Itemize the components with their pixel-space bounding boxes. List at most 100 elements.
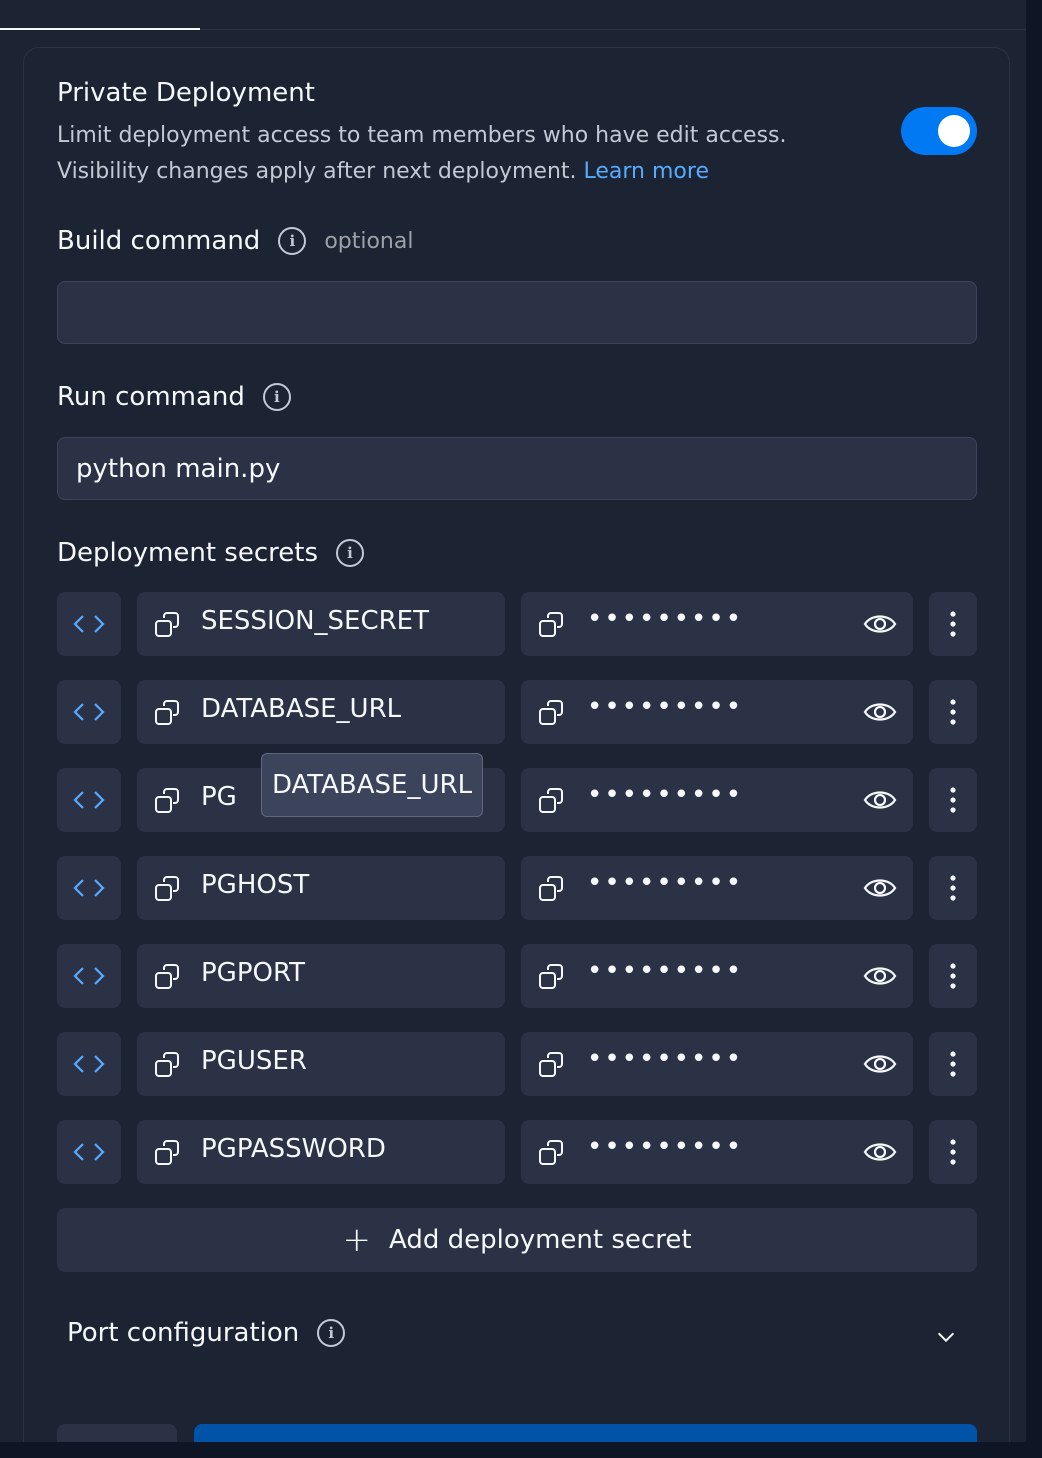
tab-bar bbox=[0, 0, 1026, 30]
secret-key-text: PGPORT bbox=[201, 958, 306, 988]
secret-key-field[interactable]: DATABASE_URL bbox=[137, 680, 505, 744]
port-configuration-row[interactable]: Port configuration i bbox=[67, 1318, 967, 1358]
run-command-input[interactable]: python main.py bbox=[57, 437, 977, 500]
copy-icon[interactable] bbox=[537, 786, 567, 816]
secret-key-text: PGPASSWORD bbox=[201, 1134, 386, 1164]
build-command-header: Build command i optional bbox=[57, 226, 413, 256]
deployment-secrets-header: Deployment secrets i bbox=[57, 538, 364, 568]
secret-key-field[interactable]: PGPASSWORD bbox=[137, 1120, 505, 1184]
masked-value: ••••••••• bbox=[587, 956, 744, 986]
code-view-button[interactable] bbox=[57, 1120, 121, 1184]
code-icon bbox=[73, 789, 105, 811]
add-deployment-secret-button[interactable]: + Add deployment secret bbox=[57, 1208, 977, 1272]
secret-row: PGUSER ••••••••• bbox=[57, 1032, 977, 1096]
secret-key-field[interactable]: PGUSER bbox=[137, 1032, 505, 1096]
optional-label: optional bbox=[324, 228, 414, 254]
copy-icon[interactable] bbox=[537, 698, 567, 728]
code-view-button[interactable] bbox=[57, 768, 121, 832]
copy-icon[interactable] bbox=[153, 610, 183, 640]
info-icon[interactable]: i bbox=[278, 227, 307, 255]
secret-value-field[interactable]: ••••••••• bbox=[521, 680, 913, 744]
more-vertical-icon bbox=[949, 786, 957, 814]
active-tab-indicator bbox=[0, 28, 200, 30]
eye-icon[interactable] bbox=[863, 872, 897, 904]
run-command-header: Run command i bbox=[57, 382, 291, 412]
eye-icon[interactable] bbox=[863, 1048, 897, 1080]
copy-icon[interactable] bbox=[153, 698, 183, 728]
copy-icon[interactable] bbox=[153, 874, 183, 904]
secret-key-field[interactable]: PGHOST bbox=[137, 856, 505, 920]
code-view-button[interactable] bbox=[57, 856, 121, 920]
eye-icon[interactable] bbox=[863, 960, 897, 992]
more-options-button[interactable] bbox=[929, 1120, 977, 1184]
code-view-button[interactable] bbox=[57, 944, 121, 1008]
more-vertical-icon bbox=[949, 1138, 957, 1166]
info-icon[interactable]: i bbox=[317, 1319, 346, 1347]
private-deployment-toggle[interactable] bbox=[901, 107, 977, 155]
window-edge bbox=[0, 1442, 1042, 1458]
private-deployment-description: Limit deployment access to team members … bbox=[57, 123, 787, 184]
build-command-input[interactable] bbox=[57, 281, 977, 344]
more-vertical-icon bbox=[949, 610, 957, 638]
more-vertical-icon bbox=[949, 874, 957, 902]
deployment-secrets-label: Deployment secrets bbox=[57, 538, 318, 568]
more-vertical-icon bbox=[949, 962, 957, 990]
private-deployment-title: Private Deployment bbox=[57, 78, 315, 108]
info-icon[interactable]: i bbox=[336, 539, 364, 567]
chevron-down-icon[interactable] bbox=[935, 1326, 957, 1348]
secret-row: PG ••••••••• bbox=[57, 768, 977, 832]
eye-icon[interactable] bbox=[863, 784, 897, 816]
code-icon bbox=[73, 613, 105, 635]
masked-value: ••••••••• bbox=[587, 692, 744, 722]
masked-value: ••••••••• bbox=[587, 1132, 744, 1162]
more-options-button[interactable] bbox=[929, 1032, 977, 1096]
build-command-label: Build command bbox=[57, 226, 261, 256]
secret-key-text: PGUSER bbox=[201, 1046, 307, 1076]
run-command-label: Run command bbox=[57, 382, 245, 412]
eye-icon[interactable] bbox=[863, 608, 897, 640]
more-options-button[interactable] bbox=[929, 944, 977, 1008]
secret-key-field[interactable]: SESSION_SECRET bbox=[137, 592, 505, 656]
more-vertical-icon bbox=[949, 698, 957, 726]
port-configuration-label: Port configuration bbox=[67, 1318, 300, 1348]
code-icon bbox=[73, 1053, 105, 1075]
copy-icon[interactable] bbox=[537, 962, 567, 992]
secret-row: PGPASSWORD ••••••••• bbox=[57, 1120, 977, 1184]
learn-more-link[interactable]: Learn more bbox=[584, 159, 709, 184]
secret-value-field[interactable]: ••••••••• bbox=[521, 1032, 913, 1096]
more-options-button[interactable] bbox=[929, 856, 977, 920]
secret-value-field[interactable]: ••••••••• bbox=[521, 592, 913, 656]
secret-value-field[interactable]: ••••••••• bbox=[521, 944, 913, 1008]
secret-key-text: SESSION_SECRET bbox=[201, 606, 429, 636]
secret-row: DATABASE_URL ••••••••• bbox=[57, 680, 977, 744]
copy-icon[interactable] bbox=[537, 1050, 567, 1080]
info-icon[interactable]: i bbox=[262, 383, 291, 411]
copy-icon[interactable] bbox=[153, 1138, 183, 1168]
more-options-button[interactable] bbox=[929, 680, 977, 744]
masked-value: ••••••••• bbox=[587, 604, 744, 634]
more-options-button[interactable] bbox=[929, 592, 977, 656]
copy-icon[interactable] bbox=[153, 1050, 183, 1080]
code-view-button[interactable] bbox=[57, 680, 121, 744]
more-vertical-icon bbox=[949, 1050, 957, 1078]
toggle-knob bbox=[938, 115, 970, 147]
more-options-button[interactable] bbox=[929, 768, 977, 832]
copy-icon[interactable] bbox=[537, 610, 567, 640]
masked-value: ••••••••• bbox=[587, 780, 744, 810]
code-view-button[interactable] bbox=[57, 1032, 121, 1096]
copy-icon[interactable] bbox=[537, 1138, 567, 1168]
eye-icon[interactable] bbox=[863, 1136, 897, 1168]
deployment-settings-panel: Private Deployment Limit deployment acce… bbox=[23, 47, 1010, 1458]
code-icon bbox=[73, 965, 105, 987]
secret-value-field[interactable]: ••••••••• bbox=[521, 856, 913, 920]
secret-value-field[interactable]: ••••••••• bbox=[521, 768, 913, 832]
add-secret-label: Add deployment secret bbox=[388, 1225, 692, 1255]
code-icon bbox=[73, 701, 105, 723]
copy-icon[interactable] bbox=[153, 962, 183, 992]
eye-icon[interactable] bbox=[863, 696, 897, 728]
secret-key-field[interactable]: PGPORT bbox=[137, 944, 505, 1008]
copy-icon[interactable] bbox=[537, 874, 567, 904]
code-view-button[interactable] bbox=[57, 592, 121, 656]
secret-value-field[interactable]: ••••••••• bbox=[521, 1120, 913, 1184]
copy-icon[interactable] bbox=[153, 786, 183, 816]
